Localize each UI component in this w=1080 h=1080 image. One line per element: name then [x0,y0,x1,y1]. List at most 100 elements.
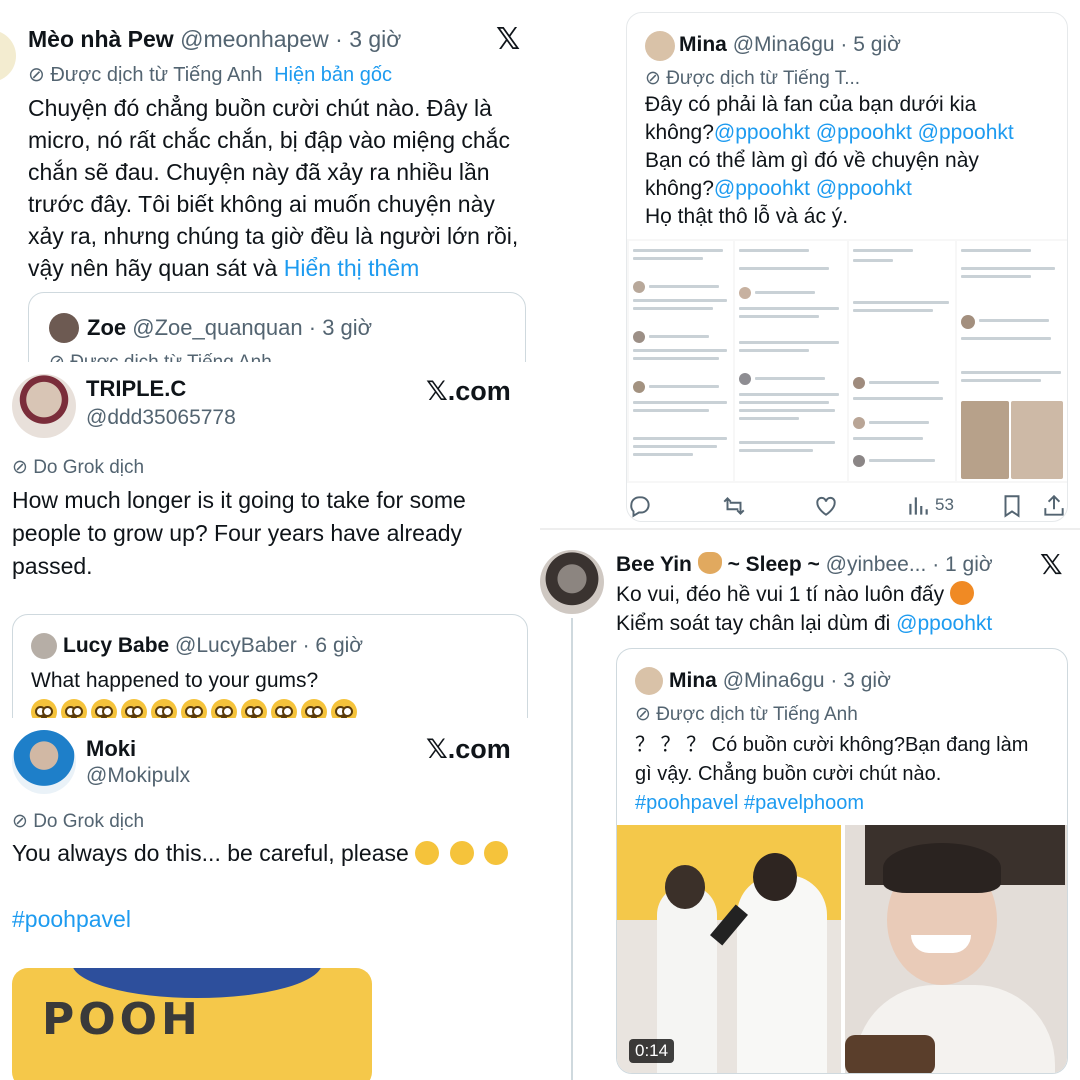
translate-icon: ⊘ [49,352,65,362]
quoted-tweet[interactable]: Lucy Babe @LucyBaber · 6 giờ What happen… [12,614,528,718]
tweet-header: Bee Yin ~ Sleep ~ @yinbee... · 1 giờ [616,552,993,577]
crying-face-icon [449,841,474,865]
video-thumbnail[interactable]: 0:14 [617,825,841,1073]
tweet-moki[interactable]: Moki @Mokipulx 𝕏.com ⊘ Do Grok dịch You … [0,718,540,1080]
timestamp[interactable]: · 5 giờ [840,33,900,56]
show-original-link[interactable]: Hiện bản gốc [274,64,392,86]
angry-face-icon [949,581,974,605]
quote-author-handle[interactable]: @Zoe_quanquan [132,315,302,340]
crying-face-icon [483,841,508,865]
avatar[interactable] [12,374,76,438]
tweet-body: Chuyện đó chẳng buồn cười chút nào. Đây … [28,92,530,284]
mention-links[interactable]: @ppoohkt @ppoohkt [714,177,912,200]
author-handle[interactable]: @Mina6gu [733,33,835,56]
flushed-face-icon [331,699,357,718]
translate-icon: ⊘ [12,457,28,478]
x-com-logo[interactable]: 𝕏.com [426,376,511,407]
flushed-face-icon [211,699,237,718]
flushed-emoji-row [31,699,361,718]
avatar[interactable] [12,730,76,794]
hashtag-link[interactable]: #poohpavel [12,906,131,933]
mention-link[interactable]: @ppoohkt [896,612,992,635]
quoted-tweet[interactable]: Zoe @Zoe_quanquan · 3 giờ ⊘ Được dịch từ… [28,292,526,362]
tweet-line: Họ thật thô lỗ và ác ý. [645,205,849,228]
quote-header: Lucy Babe @LucyBaber · 6 giờ [63,634,363,658]
avatar[interactable] [645,31,675,61]
author-name[interactable]: Mina [679,33,727,56]
quote-header: Mina @Mina6gu · 3 giờ [669,669,891,693]
screenshot-collage-image[interactable] [627,239,1067,483]
quote-timestamp[interactable]: · 6 giờ [303,634,363,657]
tweet-line: không?@ppoohkt @ppoohkt [645,177,912,200]
flushed-face-icon [91,699,117,718]
tweet-mina[interactable]: Mina @Mina6gu · 5 giờ ⊘ Được dịch từ Tiế… [626,12,1068,522]
collage-panel [957,241,1067,481]
tweet-actions: 53 [627,491,1067,521]
author-handle[interactable]: @meonhapew [180,26,329,52]
show-more-link[interactable]: Hiển thị thêm [284,255,420,281]
timestamp[interactable]: · 1 giờ [932,553,992,576]
quote-author-handle[interactable]: @Mina6gu [723,669,825,692]
video-duration: 0:14 [629,1039,675,1063]
author-name[interactable]: Mèo nhà Pew [28,26,174,52]
share-icon[interactable] [1041,493,1067,519]
quote-body: ？ ？ ？ Có buồn cười không?Bạn đang làm gì… [635,731,1065,818]
avatar[interactable] [635,667,663,695]
tweet-body: Đây có phải là fan của bạn dưới kia khôn… [645,91,1065,231]
tweet-bee-yin[interactable]: Bee Yin ~ Sleep ~ @yinbee... · 1 giờ 𝕏 K… [540,534,1080,1080]
avatar[interactable] [49,313,79,343]
translation-bar: ⊘ Được dịch từ Tiếng Anh Hiện bản gốc [28,62,392,87]
timestamp[interactable]: · 3 giờ [335,26,401,52]
author-name[interactable]: Bee Yin [616,553,692,576]
views-count[interactable]: 53 [935,495,954,515]
quoted-tweet[interactable]: Mina @Mina6gu · 3 giờ ⊘ Được dịch từ Tiế… [616,648,1068,1074]
tweet-text: How much longer is it going to take for … [12,487,466,579]
grok-label: Do Grok dịch [33,811,145,832]
tweet-line: Đây có phải là fan của bạn dưới kia [645,93,977,116]
panel-divider [540,528,1080,530]
views-icon[interactable] [905,493,931,519]
post-image[interactable]: POOH [12,968,372,1080]
quote-timestamp[interactable]: · 3 giờ [309,315,372,340]
quote-timestamp[interactable]: · 3 giờ [830,669,890,692]
quote-author-name[interactable]: Lucy Babe [63,634,169,657]
tweet-triple-c[interactable]: TRIPLE.C @ddd35065778 𝕏.com ⊘ Do Grok dị… [0,362,540,718]
quote-translation-bar: ⊘ Được dịch từ Tiếng Anh [635,703,858,726]
translated-label: Được dịch từ Tiếng T... [666,68,861,89]
translation-bar: ⊘ Được dịch từ Tiếng T... [645,67,860,90]
thread-line [571,618,573,1080]
tweet-body: You always do this... be careful, please [12,840,508,867]
translated-label: Được dịch từ Tiếng Anh [50,64,263,86]
author-name[interactable]: Moki [86,736,136,762]
photo-thumbnail[interactable] [845,825,1067,1073]
x-logo-icon[interactable]: 𝕏 [1040,548,1063,581]
hashtag-links[interactable]: #poohpavel #pavelphoom [635,789,1065,818]
quote-author-handle[interactable]: @LucyBaber [175,634,297,657]
retweet-icon[interactable] [721,493,747,519]
author-name-suffix[interactable]: ~ Sleep ~ [728,553,820,576]
quote-author-name[interactable]: Zoe [87,315,126,340]
avatar[interactable] [31,633,57,659]
avatar[interactable] [0,30,16,82]
quote-author-name[interactable]: Mina [669,669,717,692]
mention-links[interactable]: @ppoohkt @ppoohkt @ppoohkt [714,121,1014,144]
author-handle[interactable]: @Mokipulx [86,764,190,788]
reply-icon[interactable] [627,493,653,519]
bookmark-icon[interactable] [999,493,1025,519]
author-name[interactable]: TRIPLE.C [86,376,186,402]
x-logo-icon[interactable]: 𝕏 [496,22,520,57]
tweet-line: không?@ppoohkt @ppoohkt @ppoohkt [645,121,1014,144]
x-com-logo[interactable]: 𝕏.com [426,734,511,765]
avatar[interactable] [540,550,604,614]
quote-line: ？ ？ ？ Có buồn cười không?Bạn đang làm [635,734,1029,756]
translation-bar: ⊘ Do Grok dịch [12,456,144,479]
author-handle[interactable]: @ddd35065778 [86,406,236,430]
like-icon[interactable] [813,493,839,519]
translate-icon: ⊘ [645,68,661,89]
tweet-header: Mèo nhà Pew @meonhapew · 3 giờ [28,26,401,53]
tweet-body: Ko vui, đéo hề vui 1 tí nào luôn đấy Kiể… [616,580,1076,638]
quote-translated-label: Được dịch từ Tiếng Anh [70,352,272,362]
flushed-face-icon [181,699,207,718]
author-handle[interactable]: @yinbee... [826,553,927,576]
tweet-meonhapew[interactable]: Mèo nhà Pew @meonhapew · 3 giờ 𝕏 ⊘ Được … [0,0,540,362]
